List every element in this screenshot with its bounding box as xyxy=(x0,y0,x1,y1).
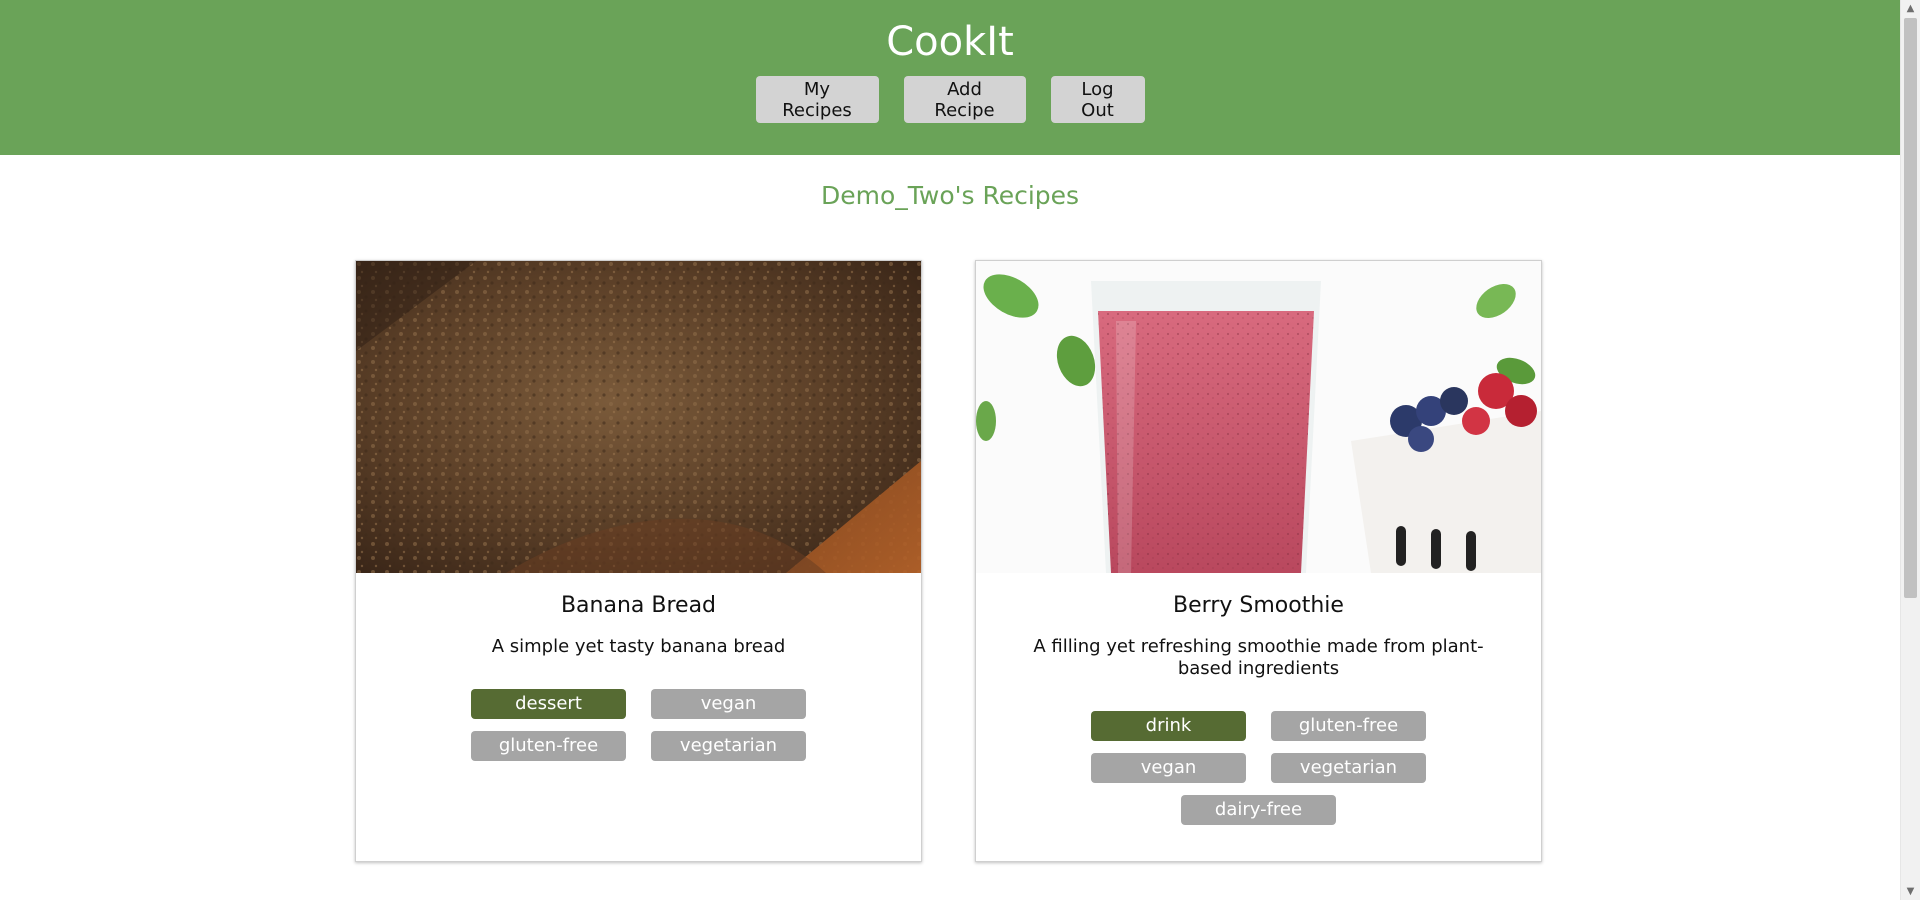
my-recipes-button[interactable]: My Recipes xyxy=(755,76,879,123)
tag-list: dessert vegan gluten-free vegetarian xyxy=(356,689,921,761)
vertical-scrollbar[interactable]: ▲ ▼ xyxy=(1900,0,1920,900)
site-header: CookIt My Recipes Add Recipe Log Out xyxy=(0,0,1900,155)
tag-dessert[interactable]: dessert xyxy=(471,689,626,719)
recipe-description: A filling yet refreshing smoothie made f… xyxy=(1033,636,1484,679)
site-title: CookIt xyxy=(886,19,1014,65)
berry-smoothie-image[interactable] xyxy=(976,261,1541,573)
scroll-thumb[interactable] xyxy=(1904,18,1917,598)
tag-vegan[interactable]: vegan xyxy=(1091,753,1246,783)
tag-list: drink gluten-free vegan vegetarian dairy… xyxy=(976,711,1541,825)
page-heading: Demo_Two's Recipes xyxy=(820,181,1080,210)
tag-drink[interactable]: drink xyxy=(1091,711,1246,741)
recipe-description: A simple yet tasty banana bread xyxy=(491,636,786,657)
tag-vegetarian[interactable]: vegetarian xyxy=(651,731,806,761)
recipe-card-berry-smoothie[interactable]: Berry Smoothie A filling yet refreshing … xyxy=(975,260,1542,862)
tag-gluten-free[interactable]: gluten-free xyxy=(1271,711,1426,741)
tag-vegetarian[interactable]: vegetarian xyxy=(1271,753,1426,783)
main-nav: My Recipes Add Recipe Log Out xyxy=(0,76,1900,123)
scroll-down-icon[interactable]: ▼ xyxy=(1901,883,1920,900)
page: CookIt My Recipes Add Recipe Log Out Dem… xyxy=(0,0,1920,900)
recipe-card-banana-bread[interactable]: Banana Bread A simple yet tasty banana b… xyxy=(355,260,922,862)
tag-vegan[interactable]: vegan xyxy=(651,689,806,719)
log-out-button[interactable]: Log Out xyxy=(1050,76,1145,123)
viewport: CookIt My Recipes Add Recipe Log Out Dem… xyxy=(0,0,1900,900)
banana-bread-image[interactable] xyxy=(356,261,921,573)
add-recipe-button[interactable]: Add Recipe xyxy=(903,76,1026,123)
tag-gluten-free[interactable]: gluten-free xyxy=(471,731,626,761)
scroll-up-icon[interactable]: ▲ xyxy=(1901,0,1920,17)
tag-dairy-free[interactable]: dairy-free xyxy=(1181,795,1336,825)
recipe-title[interactable]: Banana Bread xyxy=(356,591,921,621)
recipe-title[interactable]: Berry Smoothie xyxy=(976,591,1541,621)
